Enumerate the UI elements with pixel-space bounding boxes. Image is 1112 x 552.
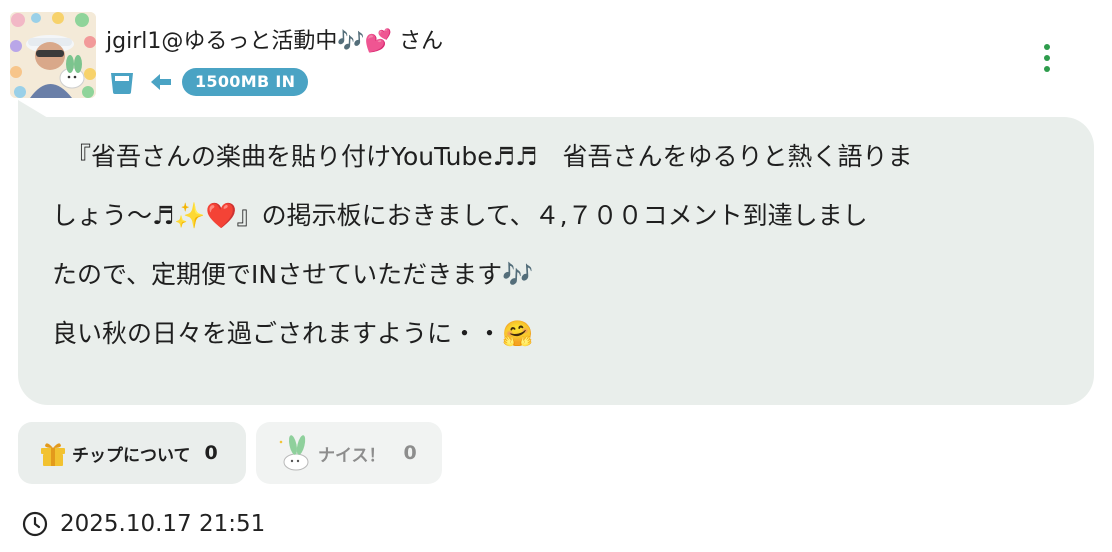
- timestamp-row: 2025.10.17 21:51: [22, 508, 265, 540]
- more-menu-button[interactable]: [1036, 40, 1060, 76]
- avatar[interactable]: [10, 12, 96, 98]
- transfer-badge: 1500MB IN: [182, 68, 309, 96]
- tip-label: チップについて: [72, 445, 191, 466]
- bubble-tail: [18, 100, 48, 118]
- arrow-left-icon: [148, 71, 174, 93]
- clock-icon: [22, 511, 48, 537]
- message-line: しょう〜♬✨❤️』の掲示板におきまして、４,７００コメント到達しまし: [52, 201, 868, 230]
- message-line: 良い秋の日々を過ごされますように・・🤗: [52, 319, 534, 348]
- username[interactable]: jgirl1@ゆるっと活動中🎶💕 さん: [106, 26, 443, 58]
- cup-icon: [108, 68, 136, 96]
- badge-row: 1500MB IN: [108, 67, 309, 97]
- message-bubble: 『省吾さんの楽曲を貼り付けYouTube♬♬ 省吾さんをゆるりと熱く語りま しょ…: [18, 117, 1094, 405]
- bunny-mascot-icon: [276, 433, 316, 473]
- timestamp: 2025.10.17 21:51: [60, 511, 266, 537]
- nice-button[interactable]: ナイス！ 0: [256, 422, 442, 484]
- gift-icon: [38, 438, 68, 468]
- tip-count: 0: [204, 442, 218, 464]
- tip-button[interactable]: チップについて 0: [18, 422, 246, 484]
- message-line: たので、定期便でINさせていただきます🎶: [52, 260, 534, 289]
- nice-count: 0: [403, 442, 417, 464]
- nice-label: ナイス！: [318, 445, 386, 466]
- message-body: 『省吾さんの楽曲を貼り付けYouTube♬♬ 省吾さんをゆるりと熱く語りま しょ…: [52, 127, 1082, 363]
- more-vertical-icon: [1044, 44, 1050, 50]
- post-card: jgirl1@ゆるっと活動中🎶💕 さん 1500MB IN 『省吾さんの楽曲を貼…: [0, 0, 1112, 552]
- message-line: 『省吾さんの楽曲を貼り付けYouTube♬♬ 省吾さんをゆるりと熱く語りま: [66, 142, 913, 171]
